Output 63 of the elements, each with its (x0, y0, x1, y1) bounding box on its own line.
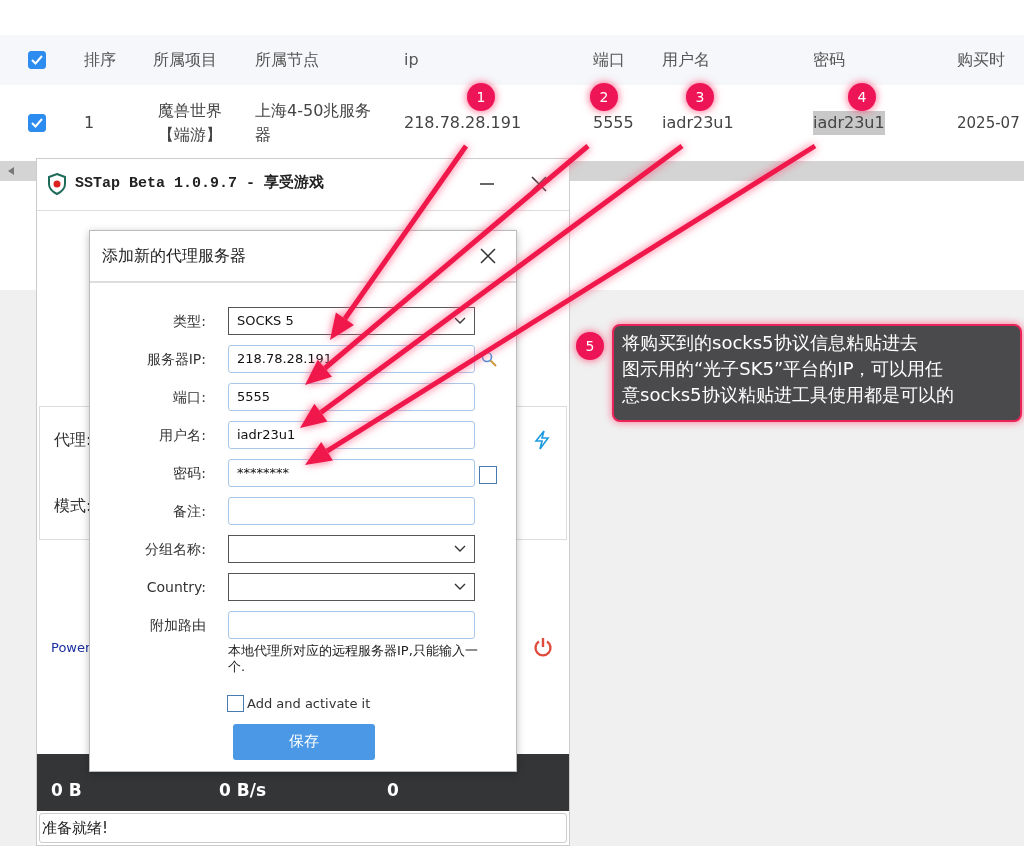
column-header: 所属节点 (255, 49, 319, 71)
input-field[interactable]: 5555 (228, 383, 475, 411)
input-value: 5555 (237, 388, 271, 407)
shield-icon (47, 173, 67, 196)
column-header: 所属项目 (153, 49, 217, 71)
field-label: 分组名称: (144, 539, 206, 559)
input-value: iadr23u1 (237, 426, 296, 445)
table-cell-text: iadr23u1 (662, 112, 734, 134)
powered-link[interactable]: Power (51, 637, 91, 657)
scroll-left-icon[interactable] (8, 167, 14, 175)
input-field[interactable] (228, 611, 475, 639)
chevron-icon (454, 545, 466, 553)
dropdown-value: SOCKS 5 (237, 312, 294, 331)
dropdown[interactable] (228, 535, 475, 563)
search-icon[interactable] (481, 351, 497, 367)
table-cell-text: 上海4-50兆服务器 (255, 100, 373, 146)
stat-value: 0 (387, 778, 400, 802)
table-cell-text: 2025-07 (957, 112, 1020, 134)
field-label: 备注: (172, 501, 206, 521)
column-header: 端口 (593, 49, 625, 71)
table-cell-text: 1 (84, 112, 95, 134)
chevron-icon (454, 583, 466, 591)
close-icon[interactable] (480, 248, 496, 264)
table-cell: iadr23u1 (813, 111, 885, 135)
field-label: Country: (145, 577, 206, 597)
field-label: 端口: (172, 387, 206, 407)
hint-text: 本地代理所对应的远程服务器IP,只能输入一个. (228, 643, 479, 675)
checkbox[interactable] (227, 695, 244, 713)
input-value: ******** (237, 464, 289, 483)
input-field[interactable] (228, 497, 475, 525)
close-icon[interactable] (531, 176, 547, 193)
lightning-icon[interactable] (534, 429, 550, 450)
checkbox[interactable] (28, 114, 46, 132)
column-header: 密码 (813, 49, 845, 71)
table-cell-text: 魔兽世界【端游】 (156, 100, 223, 146)
input-field[interactable]: 218.78.28.191 (228, 345, 475, 373)
field-label: 用户名: (158, 425, 206, 445)
field-label: 服务器IP: (145, 349, 206, 369)
field-label: 密码: (172, 463, 206, 483)
stat-value: 0 B (51, 778, 83, 802)
column-header: 购买时 (957, 49, 1005, 71)
status-text: 准备就绪! (42, 817, 108, 839)
dialog-title: 添加新的代理服务器 (102, 245, 246, 267)
checkbox-label: Add and activate it (247, 695, 371, 714)
callout-text: 将购买到的socks5协议信息粘贴进去 图示用的“光子SK5”平台的IP，可以用任 意socks5协议粘贴进工具使用都是可以的 (612, 324, 1022, 422)
stat-value: 0 B/s (219, 778, 268, 802)
field-label: 类型: (172, 311, 206, 331)
input-field[interactable]: iadr23u1 (228, 421, 475, 449)
table-cell-text: 218.78.28.191 (404, 112, 522, 134)
power-icon[interactable] (533, 637, 553, 658)
input-value: 218.78.28.191 (237, 350, 333, 369)
window-title: SSTap Beta 1.0.9.7 - 享受游戏 (75, 173, 325, 195)
column-header: 用户名 (662, 49, 710, 71)
checkbox[interactable] (28, 51, 46, 69)
checkbox[interactable] (479, 466, 497, 484)
field-label: 附加路由 (149, 615, 206, 635)
column-header: 排序 (84, 49, 116, 71)
input-field[interactable]: ******** (228, 459, 475, 487)
table-cell-text: 5555 (593, 112, 634, 134)
number-badge: 5 (576, 332, 604, 360)
column-header: ip (404, 49, 419, 71)
dropdown[interactable] (228, 573, 475, 601)
chevron-icon (454, 317, 466, 325)
